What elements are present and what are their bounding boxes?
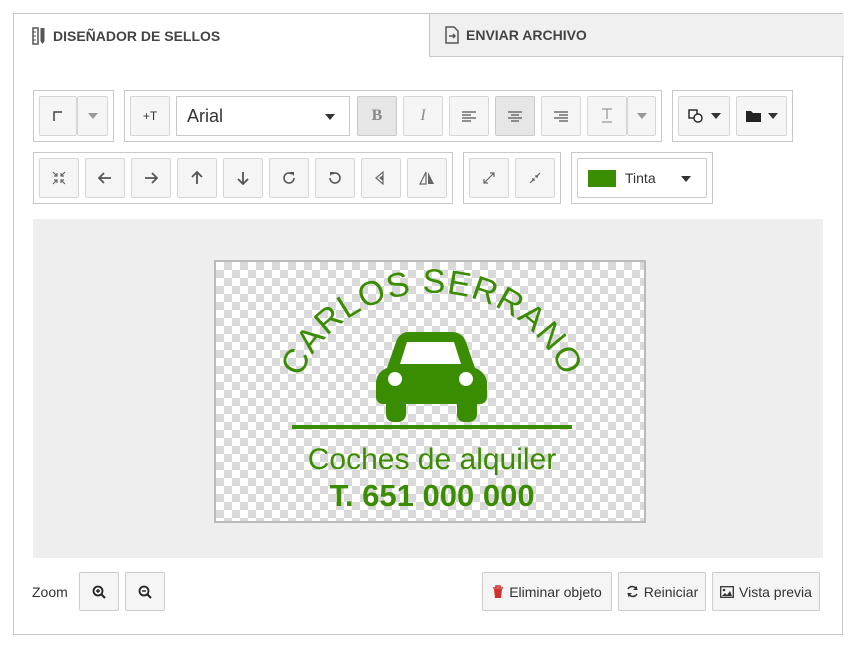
preview-button[interactable]: Vista previa bbox=[712, 572, 820, 611]
tab-send-file-label: ENVIAR ARCHIVO bbox=[466, 27, 587, 43]
italic-button[interactable]: I bbox=[403, 96, 443, 136]
zoom-label: Zoom bbox=[32, 584, 68, 600]
chevron-down-icon bbox=[681, 176, 691, 182]
folder-icon bbox=[745, 111, 761, 122]
align-right-button[interactable] bbox=[541, 96, 581, 136]
delete-object-button[interactable]: Eliminar objeto bbox=[482, 572, 612, 611]
stamp-canvas[interactable]: CARLOS SERRANO Coches de alquiler T. 651… bbox=[214, 260, 646, 523]
chevron-down-icon bbox=[710, 113, 721, 119]
shrink-button[interactable] bbox=[515, 158, 555, 198]
trash-icon bbox=[492, 584, 504, 599]
chevron-down-icon bbox=[636, 113, 647, 119]
bold-icon: B bbox=[371, 107, 383, 124]
refresh-icon bbox=[626, 585, 639, 598]
chevron-down-icon bbox=[767, 113, 778, 119]
arrow-down-icon bbox=[237, 172, 249, 185]
flip-vertical-icon bbox=[419, 171, 434, 185]
preview-label: Vista previa bbox=[739, 583, 812, 600]
ink-color-label: Tinta bbox=[625, 170, 656, 186]
rotate-left-button[interactable] bbox=[315, 158, 355, 198]
zoom-out-button[interactable] bbox=[125, 572, 165, 611]
delete-object-label: Eliminar objeto bbox=[509, 583, 602, 600]
tab-stamp-designer-label: DISEÑADOR DE SELLOS bbox=[53, 27, 221, 44]
tab-stamp-designer[interactable]: DISEÑADOR DE SELLOS bbox=[14, 14, 429, 57]
ink-color-select[interactable]: Tinta bbox=[577, 158, 707, 198]
chevron-down-icon bbox=[325, 114, 335, 120]
text-height-icon bbox=[602, 108, 612, 123]
corner-shape-dropdown[interactable] bbox=[77, 96, 108, 136]
rotate-right-button[interactable] bbox=[269, 158, 309, 198]
text-baseline-button[interactable] bbox=[587, 96, 627, 136]
text-baseline-dropdown[interactable] bbox=[627, 96, 656, 136]
zoom-in-button[interactable] bbox=[79, 572, 119, 611]
align-left-icon bbox=[462, 110, 476, 122]
move-right-button[interactable] bbox=[131, 158, 171, 198]
reset-label: Reiniciar bbox=[643, 583, 699, 600]
align-left-button[interactable] bbox=[449, 96, 489, 136]
compress-center-icon bbox=[52, 171, 66, 185]
rotate-left-icon bbox=[329, 172, 341, 184]
expand-icon bbox=[483, 172, 495, 184]
ink-color-swatch bbox=[588, 169, 616, 187]
corner-shape-button[interactable] bbox=[39, 96, 77, 136]
zoom-out-icon bbox=[138, 585, 152, 599]
font-family-select[interactable]: Arial bbox=[176, 96, 350, 136]
corner-icon bbox=[53, 111, 62, 121]
center-button[interactable] bbox=[39, 158, 79, 198]
folder-button[interactable] bbox=[736, 96, 787, 136]
flip-vertical-button[interactable] bbox=[407, 158, 447, 198]
arrow-up-icon bbox=[191, 171, 203, 184]
stamp-text-line-1[interactable]: Coches de alquiler bbox=[308, 443, 556, 476]
car-icon[interactable] bbox=[376, 332, 487, 422]
ruler-pencil-icon bbox=[32, 26, 46, 45]
chevron-down-icon bbox=[87, 113, 98, 119]
stamp-text-line-2[interactable]: T. 651 000 000 bbox=[329, 478, 534, 513]
shapes-icon bbox=[687, 109, 703, 123]
add-text-icon: +T bbox=[142, 109, 158, 123]
flip-horizontal-icon bbox=[375, 171, 384, 185]
move-down-button[interactable] bbox=[223, 158, 263, 198]
align-right-icon bbox=[554, 110, 568, 122]
bold-button[interactable]: B bbox=[357, 96, 397, 136]
enlarge-button[interactable] bbox=[469, 158, 509, 198]
move-left-button[interactable] bbox=[85, 158, 125, 198]
tab-send-file[interactable]: ENVIAR ARCHIVO bbox=[429, 14, 844, 57]
move-up-button[interactable] bbox=[177, 158, 217, 198]
add-text-button[interactable]: +T bbox=[130, 96, 170, 136]
shapes-button[interactable] bbox=[678, 96, 730, 136]
arrow-right-icon bbox=[145, 172, 158, 184]
italic-icon: I bbox=[420, 107, 426, 124]
align-center-icon bbox=[508, 110, 522, 122]
stamp-divider-line[interactable] bbox=[292, 425, 572, 429]
rotate-right-icon bbox=[283, 172, 295, 184]
image-icon bbox=[720, 585, 734, 598]
zoom-in-icon bbox=[92, 585, 106, 599]
align-center-button[interactable] bbox=[495, 96, 535, 136]
reset-button[interactable]: Reiniciar bbox=[618, 572, 706, 611]
stamp-artwork: CARLOS SERRANO Coches de alquiler T. 651… bbox=[273, 263, 589, 513]
file-upload-icon bbox=[445, 26, 459, 44]
arrow-left-icon bbox=[98, 172, 111, 184]
flip-horizontal-button[interactable] bbox=[361, 158, 401, 198]
font-family-value: Arial bbox=[187, 105, 224, 126]
compress-icon bbox=[529, 172, 541, 184]
tab-bar: DISEÑADOR DE SELLOS ENVIAR ARCHIVO bbox=[14, 14, 844, 57]
